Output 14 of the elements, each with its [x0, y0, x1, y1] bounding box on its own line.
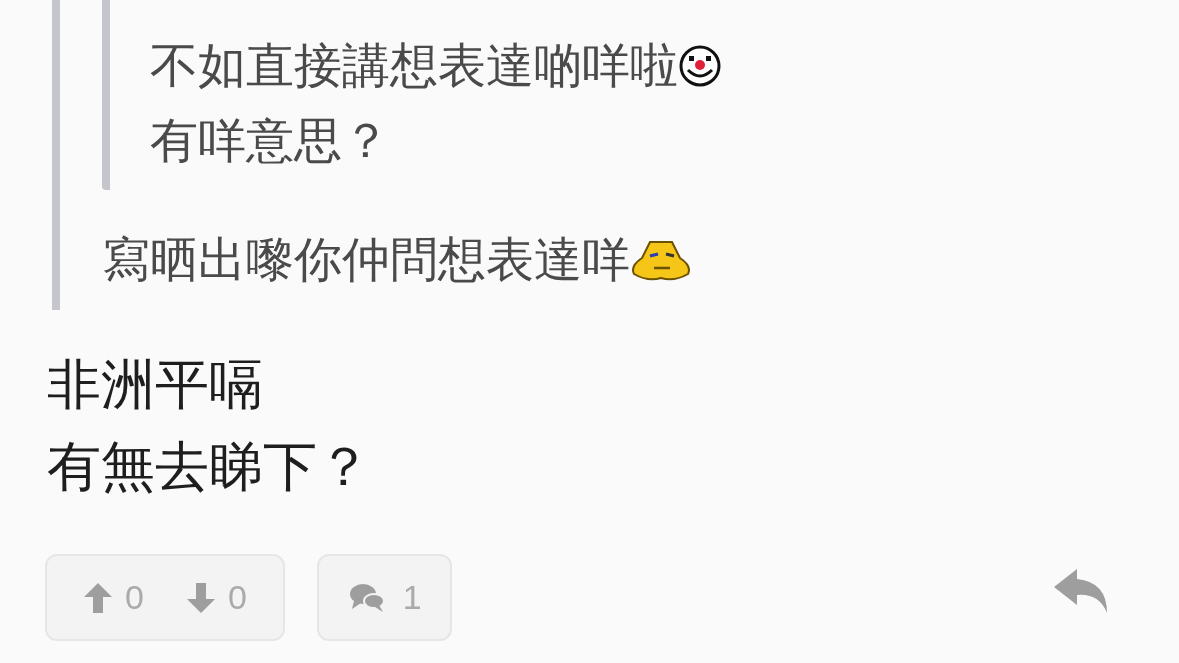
up-arrow-icon	[83, 581, 113, 614]
quoted-text: 不如直接講想表達啲咩啦	[150, 36, 678, 95]
down-arrow-icon	[185, 581, 216, 614]
comments-button[interactable]: 1	[316, 554, 452, 641]
downvote-button[interactable]: 0	[185, 578, 247, 617]
reply-button[interactable]	[1053, 567, 1109, 614]
clown-face-icon	[678, 43, 722, 88]
upvote-button[interactable]: 0	[83, 578, 144, 617]
reply-arrow-icon	[1053, 567, 1109, 614]
quoted-text: 寫晒出嚟你仲問想表達咩	[102, 230, 630, 289]
post-text: 有無去睇下？	[47, 434, 371, 500]
post-text: 非洲平嗝	[47, 352, 263, 418]
speech-bubbles-icon	[348, 582, 385, 613]
quoted-text: 有咩意思？	[150, 111, 390, 170]
